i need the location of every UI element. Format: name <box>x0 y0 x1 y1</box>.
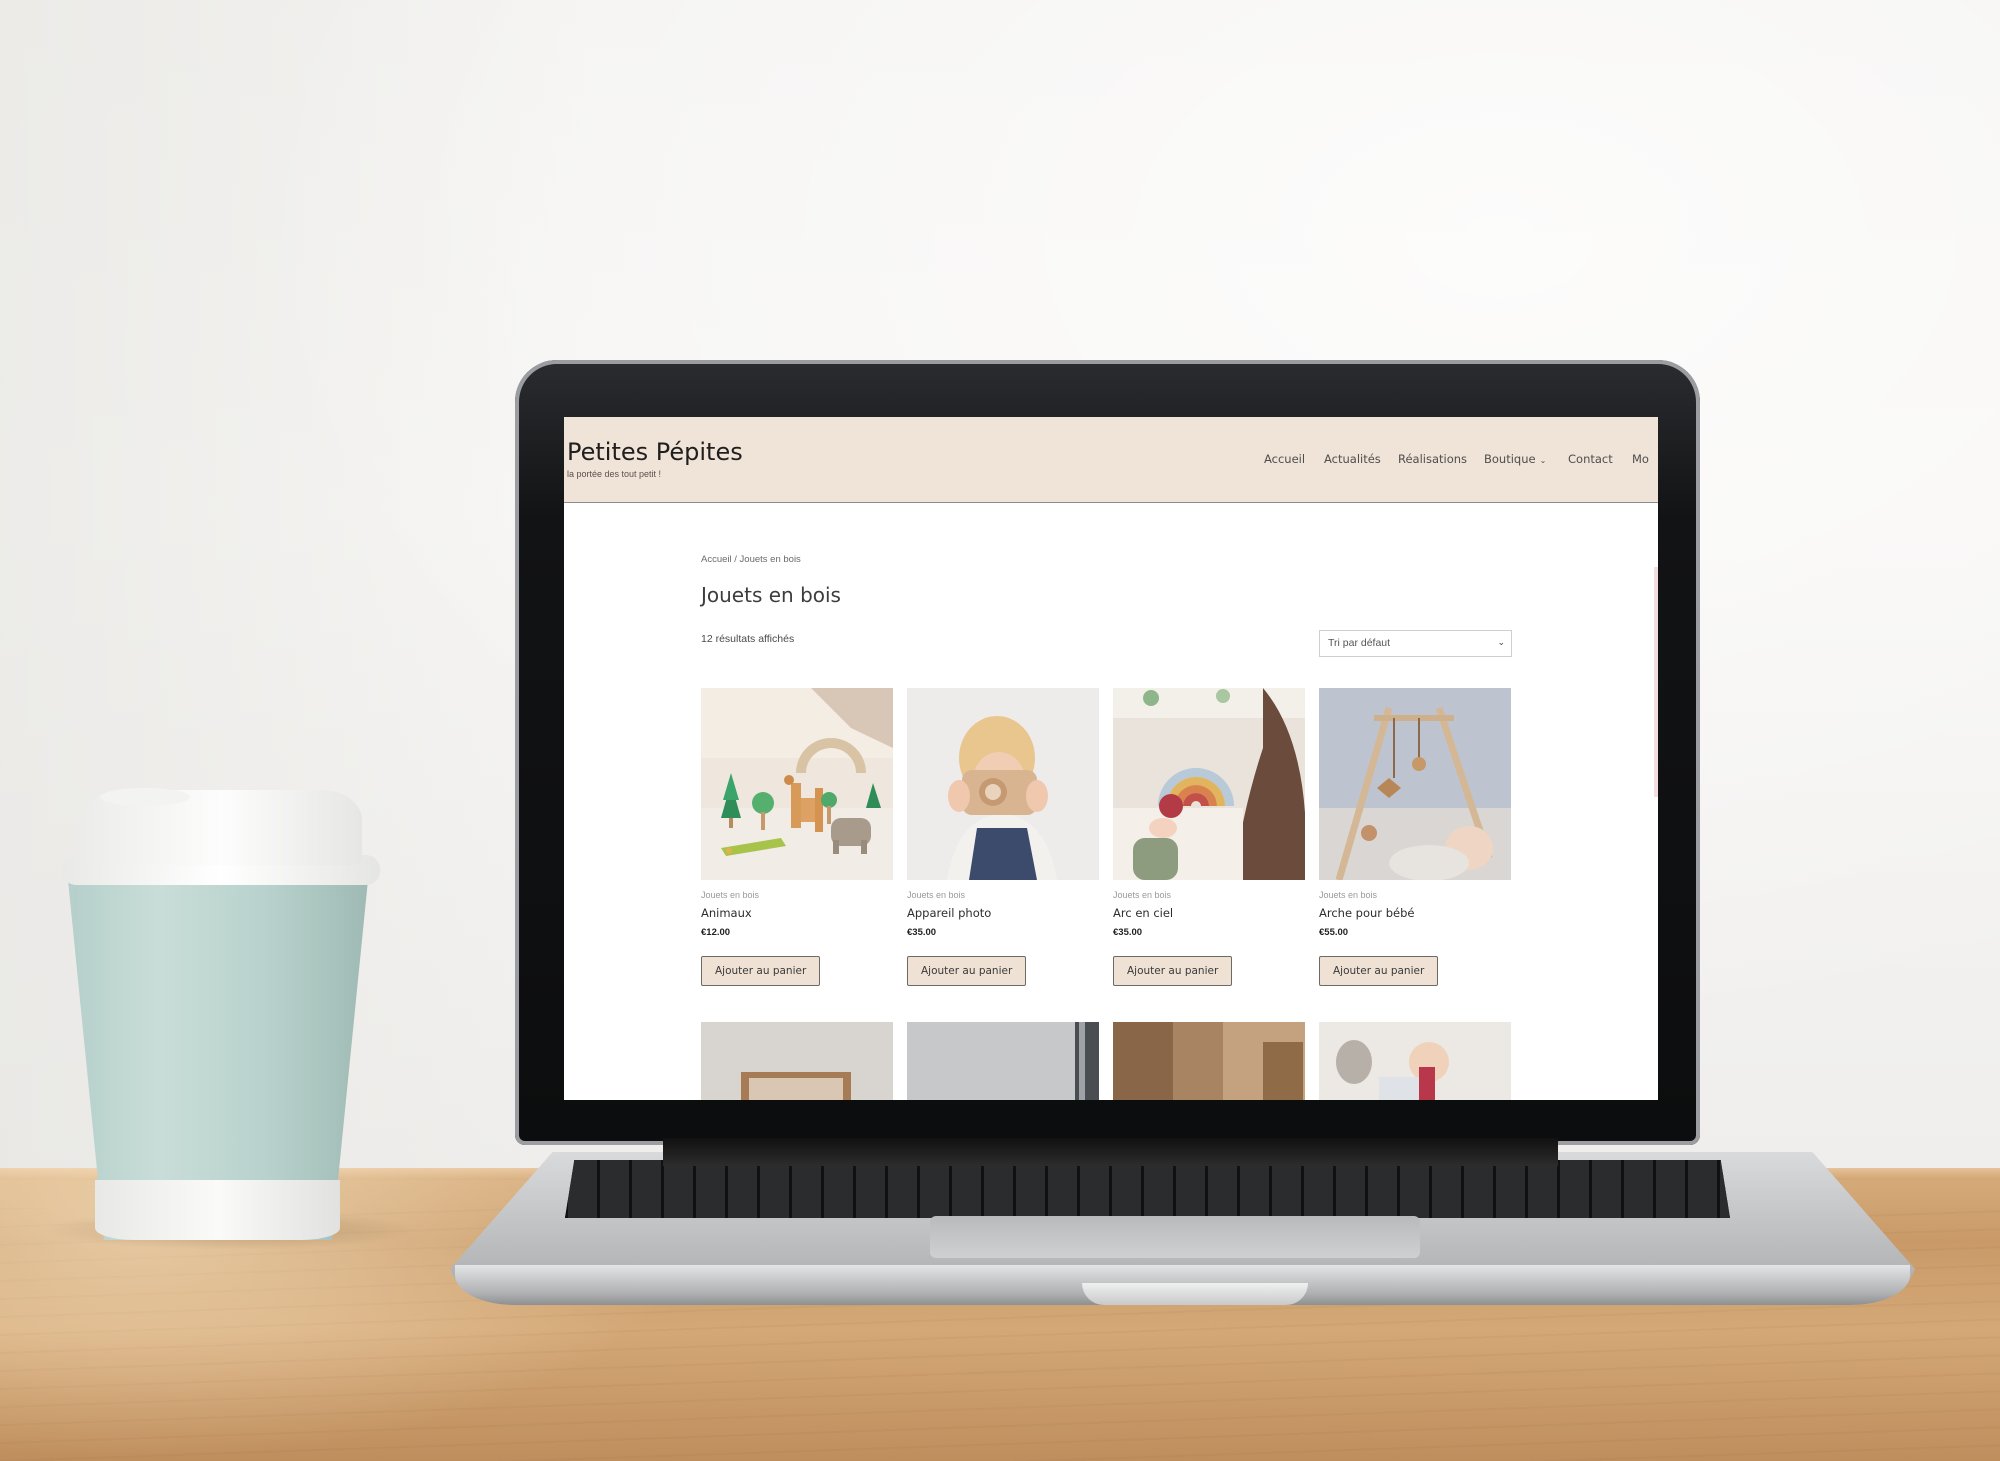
cup-base <box>95 1180 340 1240</box>
wooden-animals-image <box>701 688 893 880</box>
add-to-cart-button[interactable]: Ajouter au panier <box>1113 956 1233 986</box>
chevron-down-icon: ⌄ <box>1497 637 1505 647</box>
nav-item-boutique[interactable]: Boutique ⌄ <box>1484 452 1546 466</box>
product-category[interactable]: Jouets en bois <box>1319 890 1377 900</box>
product-price: €35.00 <box>907 927 937 938</box>
nav-item-accueil[interactable]: Accueil <box>1264 452 1305 466</box>
chevron-down-icon: ⌄ <box>1539 456 1547 465</box>
add-to-cart-button[interactable]: Ajouter au panier <box>1319 956 1439 986</box>
product-image[interactable] <box>907 1022 1099 1100</box>
page-title: Jouets en bois <box>701 583 841 607</box>
product-name[interactable]: Animaux <box>701 906 752 920</box>
product-price: €35.00 <box>1113 927 1143 938</box>
breadcrumb-home[interactable]: Accueil <box>701 554 732 565</box>
nav-item-more[interactable]: Mo <box>1632 452 1649 466</box>
wall-image <box>907 1022 1099 1100</box>
product-category[interactable]: Jouets en bois <box>701 890 759 900</box>
product-image[interactable] <box>1319 1022 1511 1100</box>
sort-select-value: Tri par défaut <box>1328 637 1391 649</box>
laptop-notch <box>1082 1283 1308 1305</box>
scrollbar[interactable] <box>1654 567 1658 797</box>
product-image-appareil-photo[interactable] <box>907 688 1099 880</box>
laptop-hinge <box>663 1138 1558 1166</box>
wooden-shelf-image <box>1113 1022 1305 1100</box>
product-category[interactable]: Jouets en bois <box>1113 890 1171 900</box>
sort-select[interactable]: Tri par défaut ⌄ <box>1319 630 1512 657</box>
laptop-screen: Petites Pépites la portée des tout petit… <box>564 417 1658 1100</box>
nav-item-boutique-label: Boutique <box>1484 452 1536 466</box>
laptop-keyboard <box>565 1160 1730 1218</box>
product-name[interactable]: Arc en ciel <box>1113 906 1173 920</box>
nav-item-realisations[interactable]: Réalisations <box>1398 452 1467 466</box>
product-image[interactable] <box>1113 1022 1305 1100</box>
child-toy-image <box>1319 1022 1511 1100</box>
result-count: 12 résultats affichés <box>701 633 795 645</box>
breadcrumb-current: Jouets en bois <box>739 554 801 565</box>
nav-item-realisations-label: Réalisations <box>1398 452 1468 466</box>
product-image[interactable] <box>701 1022 893 1100</box>
breadcrumb-separator: / <box>731 554 740 565</box>
abacus-image <box>701 1022 893 1100</box>
nav-item-contact[interactable]: Contact <box>1568 452 1613 466</box>
wooden-rainbow-image <box>1113 688 1305 880</box>
product-price: €55.00 <box>1319 927 1349 938</box>
child-wooden-camera-image <box>907 688 1099 880</box>
product-image-animaux[interactable] <box>701 688 893 880</box>
baby-play-arch-image <box>1319 688 1511 880</box>
add-to-cart-button[interactable]: Ajouter au panier <box>907 956 1027 986</box>
product-name[interactable]: Arche pour bébé <box>1319 906 1414 920</box>
breadcrumb: Accueil / Jouets en bois <box>701 554 801 565</box>
site-tagline: la portée des tout petit ! <box>567 469 662 479</box>
laptop-trackpad <box>930 1216 1420 1258</box>
add-to-cart-button[interactable]: Ajouter au panier <box>701 956 821 986</box>
product-image-arche-pour-bebe[interactable] <box>1319 688 1511 880</box>
product-image-arc-en-ciel[interactable] <box>1113 688 1305 880</box>
site-header: Petites Pépites la portée des tout petit… <box>564 417 1658 503</box>
product-price: €12.00 <box>701 927 731 938</box>
cup-lid-spout <box>100 788 190 806</box>
nav-item-actualites[interactable]: Actualités <box>1324 452 1381 466</box>
main-navigation: Accueil Actualités Réalisations Boutique… <box>564 452 1658 468</box>
product-category[interactable]: Jouets en bois <box>907 890 965 900</box>
product-name[interactable]: Appareil photo <box>907 906 991 920</box>
